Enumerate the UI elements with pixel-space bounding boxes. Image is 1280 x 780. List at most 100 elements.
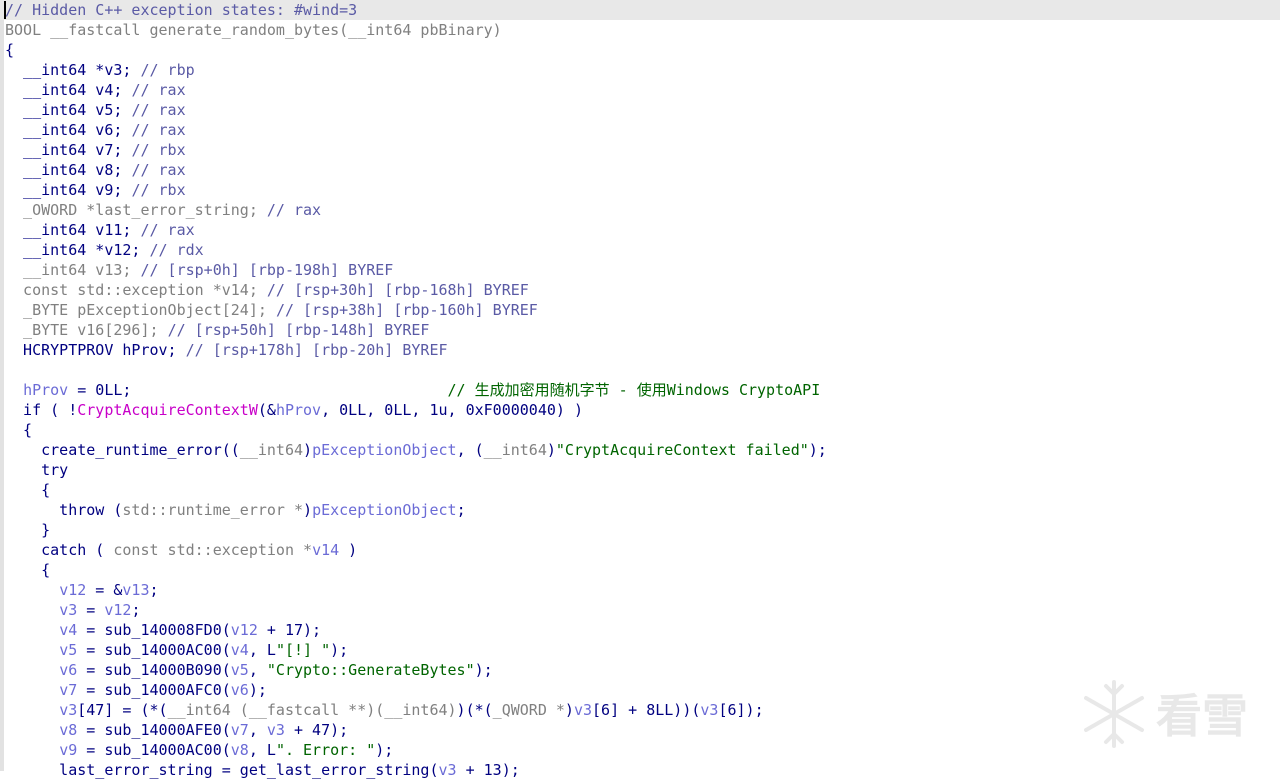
- code-token: );: [248, 681, 267, 699]
- watermark: 看雪: [1074, 674, 1264, 754]
- code-token: = sub_14000AC00(: [77, 641, 231, 659]
- code-token: v7: [230, 721, 249, 739]
- code-line[interactable]: v3 = v12;: [5, 600, 140, 620]
- code-token: ;: [131, 601, 141, 619]
- code-token: // 生成加密用随机字节 - 使用Windows CryptoAPI: [447, 381, 821, 399]
- code-token: );: [330, 641, 349, 659]
- code-token: // rax: [140, 221, 195, 239]
- code-line[interactable]: last_error_string = get_last_error_strin…: [5, 760, 520, 780]
- code-line[interactable]: __int64 v11; // rax: [5, 220, 195, 240]
- code-line[interactable]: v3[47] = (*(__int64 (__fastcall **)(__in…: [5, 700, 764, 720]
- code-line[interactable]: {: [5, 480, 50, 500]
- code-token: _BYTE pExceptionObject[24];: [5, 301, 276, 319]
- code-line[interactable]: __int64 v8; // rax: [5, 160, 186, 180]
- code-token: v9: [59, 741, 78, 759]
- code-token: __int64 *v12;: [5, 241, 150, 259]
- code-token: // rbp: [140, 61, 195, 79]
- code-line[interactable]: }: [5, 520, 50, 540]
- code-token: v4: [59, 621, 78, 639]
- code-token: );: [808, 441, 827, 459]
- code-token: {: [5, 421, 33, 439]
- code-line[interactable]: BOOL __fastcall generate_random_bytes(__…: [5, 20, 502, 40]
- code-token: __int64 v9;: [5, 181, 132, 199]
- pseudocode-view[interactable]: // Hidden C++ exception states: #wind=3 B…: [0, 0, 1280, 779]
- code-token: v12: [104, 601, 132, 619]
- code-line[interactable]: create_runtime_error((__int64)pException…: [5, 440, 827, 460]
- code-token: + 17);: [257, 621, 322, 639]
- code-line[interactable]: v6 = sub_14000B090(v5, "Crypto::Generate…: [5, 660, 493, 680]
- code-line[interactable]: catch ( const std::exception *v14 ): [5, 540, 357, 560]
- code-token: _BYTE v16[296];: [5, 321, 168, 339]
- code-line[interactable]: __int64 *v12; // rdx: [5, 240, 204, 260]
- code-line[interactable]: _BYTE pExceptionObject[24]; // [rsp+38h]…: [5, 300, 538, 320]
- code-token: v8: [59, 721, 78, 739]
- code-token: // rbx: [131, 141, 186, 159]
- code-line[interactable]: const std::exception *v14; // [rsp+30h] …: [5, 280, 529, 300]
- code-token: ): [303, 441, 313, 459]
- code-line[interactable]: v8 = sub_14000AFE0(v7, v3 + 47);: [5, 720, 348, 740]
- code-token: (&: [257, 401, 276, 419]
- code-line[interactable]: {: [5, 40, 14, 60]
- code-line[interactable]: _OWORD *last_error_string; // rax: [5, 200, 321, 220]
- code-token: if ( !: [5, 401, 78, 419]
- code-line[interactable]: hProv = 0LL; // 生成加密用随机字节 - 使用Windows Cr…: [5, 380, 820, 400]
- code-token: hProv: [275, 401, 322, 419]
- code-token: __int64 v6;: [5, 121, 132, 139]
- code-token: // rax: [131, 121, 186, 139]
- code-token: ,: [248, 661, 267, 679]
- code-line[interactable]: if ( !CryptAcquireContextW(&hProv, 0LL, …: [5, 400, 583, 420]
- code-line[interactable]: __int64 v9; // rbx: [5, 180, 186, 200]
- code-token: [6]);: [718, 701, 764, 719]
- code-line[interactable]: {: [5, 560, 50, 580]
- code-line[interactable]: v5 = sub_14000AC00(v4, L"[!] ");: [5, 640, 348, 660]
- code-token: pExceptionObject: [312, 501, 457, 519]
- code-token: v5: [59, 641, 78, 659]
- code-token: v12: [59, 581, 87, 599]
- code-line[interactable]: throw (std::runtime_error *)pExceptionOb…: [5, 500, 465, 520]
- code-token: + 13);: [456, 761, 520, 779]
- code-token: // [rsp+30h] [rbp-168h] BYREF: [266, 281, 529, 299]
- code-token: __int64 v8;: [5, 161, 132, 179]
- code-line[interactable]: __int64 v13; // [rsp+0h] [rbp-198h] BYRE…: [5, 260, 393, 280]
- code-token: // rbx: [131, 181, 186, 199]
- code-token: v12: [230, 621, 258, 639]
- code-token: v13: [122, 581, 150, 599]
- code-token: {: [5, 561, 51, 579]
- code-line-current[interactable]: // Hidden C++ exception states: #wind=3: [0, 0, 1280, 20]
- editor-gutter: [0, 0, 4, 771]
- code-token: "Crypto::GenerateBytes": [266, 661, 475, 679]
- code-token: , 0LL, 0LL, 1u, 0xF0000040) ): [321, 401, 583, 419]
- code-token: HCRYPTPROV hProv;: [5, 341, 186, 359]
- watermark-text: 看雪: [1156, 689, 1248, 743]
- code-line[interactable]: v4 = sub_140008FD0(v12 + 17);: [5, 620, 321, 640]
- code-line[interactable]: __int64 v7; // rbx: [5, 140, 186, 160]
- code-token: v8: [230, 741, 249, 759]
- code-token: v3: [59, 701, 78, 719]
- code-token: [6] + 8LL))(: [592, 701, 701, 719]
- code-token: __int64 v4;: [5, 81, 132, 99]
- code-line[interactable]: __int64 v4; // rax: [5, 80, 186, 100]
- code-token: v5: [230, 661, 249, 679]
- code-token: "CryptAcquireContext failed": [555, 441, 809, 459]
- code-line[interactable]: v9 = sub_14000AC00(v8, L". Error: ");: [5, 740, 393, 760]
- code-token: = sub_14000B090(: [77, 661, 231, 679]
- code-line[interactable]: HCRYPTPROV hProv; // [rsp+178h] [rbp-20h…: [5, 340, 447, 360]
- code-line[interactable]: __int64 v6; // rax: [5, 120, 186, 140]
- code-token: =: [77, 601, 105, 619]
- code-line[interactable]: try: [5, 460, 68, 480]
- code-token: );: [375, 741, 394, 759]
- code-line[interactable]: __int64 v5; // rax: [5, 100, 186, 120]
- code-token: v14: [312, 541, 340, 559]
- code-line[interactable]: __int64 *v3; // rbp: [5, 60, 195, 80]
- code-token: // [rsp+50h] [rbp-148h] BYREF: [167, 321, 430, 339]
- code-line[interactable]: v7 = sub_14000AFC0(v6);: [5, 680, 267, 700]
- code-line[interactable]: {: [5, 420, 32, 440]
- code-line[interactable]: _BYTE v16[296]; // [rsp+50h] [rbp-148h] …: [5, 320, 429, 340]
- code-token: // rax: [131, 101, 186, 119]
- code-token: v3: [59, 601, 78, 619]
- code-line[interactable]: v12 = &v13;: [5, 580, 158, 600]
